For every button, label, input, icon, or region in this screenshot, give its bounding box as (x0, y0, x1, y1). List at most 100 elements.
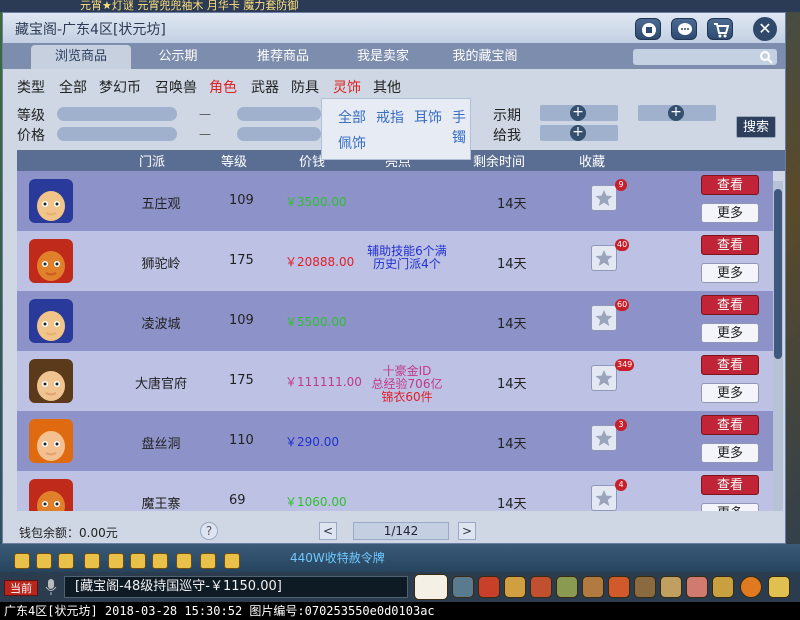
lantern-icon[interactable] (530, 576, 552, 598)
microphone-icon[interactable] (44, 578, 58, 596)
category-all[interactable]: 全部 (59, 77, 87, 97)
pet-avatar-icon[interactable] (414, 574, 448, 600)
hud-left-arrow-icon[interactable] (14, 553, 30, 569)
view-button[interactable]: 查看 (701, 355, 759, 375)
gift-icon[interactable] (504, 576, 526, 598)
stop-button[interactable] (635, 18, 661, 40)
dropdown-ring[interactable]: 戒指 (376, 107, 404, 127)
hud-up-arrow-icon[interactable] (36, 553, 52, 569)
next-page-button[interactable]: > (458, 522, 476, 540)
category-currency[interactable]: 梦幻币 (99, 77, 141, 97)
dropdown-pendant[interactable]: 佩饰 (338, 133, 366, 153)
view-button[interactable]: 查看 (701, 295, 759, 315)
remaining-cell: 14天 (497, 317, 527, 332)
category-spirit-ornaments[interactable]: 灵饰 (333, 77, 361, 97)
highlight-line: 历史门派4个 (373, 257, 441, 271)
hud-speech-icon[interactable] (200, 553, 216, 569)
page-indicator[interactable]: 1/142 (353, 522, 449, 540)
hud-menu-icon[interactable] (224, 553, 240, 569)
level-min-slider[interactable] (57, 107, 177, 121)
give-me-add[interactable]: + (540, 125, 618, 141)
more-button[interactable]: 更多 (701, 323, 759, 343)
message-button[interactable] (671, 18, 697, 40)
price-max-slider[interactable] (237, 127, 321, 141)
view-button[interactable]: 查看 (701, 415, 759, 435)
category-pets[interactable]: 召唤兽 (155, 77, 197, 97)
category-characters[interactable]: 角色 (209, 77, 237, 97)
helmet-icon[interactable] (634, 576, 656, 598)
more-button[interactable]: 更多 (701, 383, 759, 403)
tab-my-pavilion[interactable]: 我的藏宝阁 (439, 45, 531, 69)
more-button[interactable]: 更多 (701, 263, 759, 283)
hud-down-arrow-icon[interactable] (58, 553, 74, 569)
tab-recommended[interactable]: 推荐商品 (243, 45, 323, 69)
tab-seller[interactable]: 我是卖家 (343, 45, 423, 69)
chat-channel-button[interactable]: 当前 (4, 580, 38, 596)
hud-magnifier-icon[interactable] (108, 553, 124, 569)
price-cell: ￥5500.00 (285, 315, 347, 329)
table-row[interactable]: 五庄观 109 ￥3500.00 14天 9 查看 更多 (17, 171, 773, 231)
scroll-icon[interactable] (556, 576, 578, 598)
face-icon[interactable] (740, 576, 762, 598)
hud-move-icon[interactable] (84, 553, 100, 569)
more-button[interactable]: 更多 (701, 503, 759, 511)
more-button[interactable]: 更多 (701, 443, 759, 463)
star-icon (595, 190, 613, 206)
scrollbar[interactable] (773, 181, 783, 511)
title-bar[interactable]: 藏宝阁-广东4区[状元坊] ✕ (3, 13, 785, 43)
table-row[interactable]: 大唐官府 175 ￥111111.00 十豪金ID 总经验706亿 锦衣60件 14天 349… (17, 351, 773, 411)
header-level[interactable]: 等级 (221, 151, 247, 170)
category-armor[interactable]: 防具 (291, 77, 319, 97)
table-row[interactable]: 狮驼岭 175 ￥20888.00 辅助技能6个满 历史门派4个 14天 40 查看 更多 (17, 231, 773, 291)
price-min-slider[interactable] (57, 127, 177, 141)
dropdown-earring[interactable]: 耳饰 (414, 107, 442, 127)
view-button[interactable]: 查看 (701, 235, 759, 255)
header-remaining[interactable]: 剩余时间 (473, 151, 525, 170)
favorite-button[interactable] (591, 305, 617, 331)
favorite-button[interactable] (591, 245, 617, 271)
peach-icon[interactable] (686, 576, 708, 598)
chat-input[interactable]: [藏宝阁-48级持国巡守-￥1150.00] (64, 576, 408, 598)
close-button[interactable]: ✕ (753, 17, 777, 41)
sword-icon[interactable] (452, 576, 474, 598)
dropdown-all[interactable]: 全部 (338, 107, 366, 127)
favorite-button[interactable] (591, 365, 617, 391)
red-pouch-icon[interactable] (608, 576, 630, 598)
category-weapons[interactable]: 武器 (251, 77, 279, 97)
more-button[interactable]: 更多 (701, 203, 759, 223)
favorite-button[interactable] (591, 185, 617, 211)
table-row[interactable]: 凌波城 109 ￥5500.00 14天 60 查看 更多 (17, 291, 773, 351)
help-button[interactable]: ? (200, 522, 218, 540)
hud-broom-icon[interactable] (176, 553, 192, 569)
view-button[interactable]: 查看 (701, 475, 759, 495)
table-row[interactable]: 盘丝洞 110 ￥290.00 14天 3 查看 更多 (17, 411, 773, 471)
hand-icon[interactable] (712, 576, 734, 598)
favorite-button[interactable] (591, 485, 617, 511)
remaining-cell: 14天 (497, 377, 527, 392)
header-school[interactable]: 门派 (139, 151, 165, 170)
search-input[interactable] (633, 49, 777, 65)
school-cell: 魔王寨 (141, 497, 181, 511)
dropdown-bracelet[interactable]: 手镯 (452, 107, 470, 147)
favorite-count-badge: 40 (615, 239, 630, 251)
public-period-add[interactable]: + (540, 105, 618, 121)
view-button[interactable]: 查看 (701, 175, 759, 195)
tab-public[interactable]: 公示期 (143, 45, 213, 69)
header-favorites[interactable]: 收藏 (579, 151, 605, 170)
prev-page-button[interactable]: < (319, 522, 337, 540)
table-row[interactable]: 魔王寨 69 ￥1060.00 14天 4 查看更多 (17, 471, 773, 511)
search-button[interactable]: 搜索 (736, 116, 776, 138)
tab-browse[interactable]: 浏览商品 (31, 45, 131, 69)
favorite-button[interactable] (591, 425, 617, 451)
hud-bag-icon[interactable] (130, 553, 146, 569)
bag-icon[interactable] (582, 576, 604, 598)
scroll-thumb[interactable] (774, 189, 782, 359)
level-max-slider[interactable] (237, 107, 321, 121)
flag-icon[interactable] (768, 576, 790, 598)
cart-button[interactable] (707, 18, 733, 40)
book-icon[interactable] (660, 576, 682, 598)
category-other[interactable]: 其他 (373, 77, 401, 97)
treasure-chest-icon[interactable] (478, 576, 500, 598)
hud-lock-icon[interactable] (152, 553, 168, 569)
extra-filter-add[interactable]: + (638, 105, 716, 121)
